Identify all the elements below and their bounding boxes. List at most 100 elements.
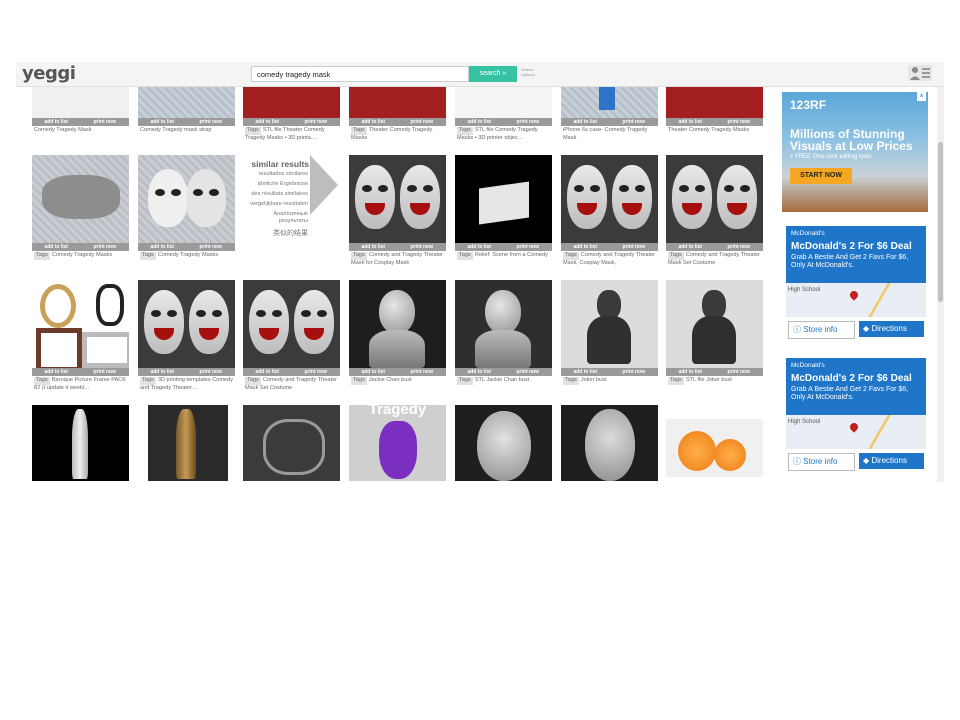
user-account-icon[interactable]	[908, 65, 932, 81]
print-now-button[interactable]: print now	[187, 368, 236, 376]
add-to-list-button[interactable]: add to list	[32, 118, 81, 126]
result-thumbnail[interactable]	[32, 280, 129, 368]
print-now-button[interactable]: print now	[715, 243, 764, 251]
result-thumbnail[interactable]	[243, 280, 340, 368]
store-info-button[interactable]: ⓘ Store info	[788, 321, 855, 339]
add-to-list-button[interactable]: add to list	[349, 368, 398, 376]
result-item[interactable]: add to list print now Tags Comedy and Trag…	[349, 155, 446, 268]
result-thumbnail[interactable]	[138, 405, 235, 481]
result-item[interactable]: add to list print now Tags Comedy Tragedy …	[138, 155, 235, 260]
result-thumbnail[interactable]	[455, 155, 552, 243]
result-item[interactable]: add to list print now Tags STL Jackie Chan…	[455, 280, 552, 385]
result-title[interactable]: Joker bust	[581, 377, 607, 383]
result-item[interactable]: add to list print now Tags Comedy and Trag…	[666, 155, 763, 268]
result-item[interactable]	[455, 405, 552, 481]
print-now-button[interactable]: print now	[187, 118, 236, 126]
result-thumbnail[interactable]	[243, 405, 340, 481]
add-to-list-button[interactable]: add to list	[666, 118, 715, 126]
add-to-list-button[interactable]: add to list	[666, 243, 715, 251]
similar-results-panel[interactable]: similar results resultados similares ähn…	[243, 155, 340, 251]
result-title[interactable]: Comedy Tragedy Masks	[52, 252, 112, 258]
mcd-map[interactable]: High School	[786, 283, 926, 317]
result-thumbnail[interactable]	[32, 405, 129, 481]
print-now-button[interactable]: print now	[504, 118, 553, 126]
result-title[interactable]: Comedy Tragedy Masks	[158, 252, 218, 258]
yeggi-logo[interactable]: yeggi	[22, 63, 76, 84]
result-item[interactable]	[666, 419, 763, 477]
print-now-button[interactable]: print now	[398, 243, 447, 251]
result-item[interactable]: add to list print now Tags Comedy Tragedy …	[32, 155, 129, 260]
result-title[interactable]: Comedy Tragedy mask strap	[138, 126, 235, 135]
result-item[interactable]: add to list print now Tags Comedy and Trag…	[561, 155, 658, 268]
result-item[interactable]: add to list print now Tags Joker bust	[561, 280, 658, 385]
directions-button[interactable]: ◆ Directions	[859, 453, 924, 469]
result-thumbnail[interactable]	[666, 419, 763, 477]
ad-mcdonalds[interactable]: McDonald's McDonald's 2 For $6 Deal Grab…	[786, 358, 926, 480]
result-thumbnail[interactable]	[561, 155, 658, 243]
print-now-button[interactable]: print now	[398, 118, 447, 126]
result-thumbnail[interactable]	[561, 405, 658, 481]
start-now-button[interactable]: START NOW	[790, 168, 852, 184]
store-info-button[interactable]: ⓘ Store info	[788, 453, 855, 471]
result-item[interactable]: Tragedy	[349, 405, 446, 481]
ad-mcdonalds[interactable]: McDonald's McDonald's 2 For $6 Deal Grab…	[786, 226, 926, 348]
add-to-list-button[interactable]: add to list	[455, 243, 504, 251]
ad-123rf[interactable]: 123RF Millions of Stunning Visuals at Lo…	[782, 92, 928, 212]
result-thumbnail[interactable]	[138, 280, 235, 368]
print-now-button[interactable]: print now	[187, 243, 236, 251]
result-thumbnail[interactable]	[455, 280, 552, 368]
print-now-button[interactable]: print now	[81, 118, 130, 126]
page-scrollbar[interactable]	[937, 86, 944, 482]
result-item[interactable]: add to list print now Tags STL file Joker …	[666, 280, 763, 385]
scrollbar-thumb[interactable]	[938, 142, 943, 302]
print-now-button[interactable]: print now	[715, 368, 764, 376]
print-now-button[interactable]: print now	[292, 368, 341, 376]
result-thumbnail[interactable]	[349, 155, 446, 243]
result-title[interactable]: Comedy Tragedy Mask	[32, 126, 129, 135]
print-now-button[interactable]: print now	[81, 368, 130, 376]
print-now-button[interactable]: print now	[292, 118, 341, 126]
similar-results-title[interactable]: similar results	[243, 159, 309, 169]
result-thumbnail[interactable]	[455, 405, 552, 481]
add-to-list-button[interactable]: add to list	[243, 368, 292, 376]
print-now-button[interactable]: print now	[504, 243, 553, 251]
search-input[interactable]: comedy tragedy mask	[251, 66, 469, 82]
result-title[interactable]: STL file Joker bust	[686, 377, 732, 383]
result-item[interactable]: add to list print now Tags 3D printing tem…	[138, 280, 235, 393]
add-to-list-button[interactable]: add to list	[138, 243, 187, 251]
result-title[interactable]: Jackie Chan bust	[369, 377, 412, 383]
print-now-button[interactable]: print now	[610, 243, 659, 251]
result-item[interactable]: add to list print now Tags Jackie Chan bus…	[349, 280, 446, 385]
result-thumbnail[interactable]	[349, 280, 446, 368]
result-title[interactable]: Theater Comedy Tragedy Masks	[666, 126, 763, 135]
result-item[interactable]: add to list print now Tags Comedy and Trag…	[243, 280, 340, 393]
add-to-list-button[interactable]: add to list	[561, 368, 610, 376]
result-title[interactable]: iPhone 6s case- Comedy Tragedy Mask	[561, 126, 658, 143]
search-options-link[interactable]: Search Options	[521, 67, 545, 77]
add-to-list-button[interactable]: add to list	[349, 243, 398, 251]
result-thumbnail[interactable]	[138, 155, 235, 243]
result-item[interactable]	[138, 405, 235, 481]
print-now-button[interactable]: print now	[610, 368, 659, 376]
add-to-list-button[interactable]: add to list	[561, 118, 610, 126]
result-item[interactable]	[243, 405, 340, 481]
add-to-list-button[interactable]: add to list	[32, 368, 81, 376]
result-thumbnail[interactable]	[666, 280, 763, 368]
add-to-list-button[interactable]: add to list	[666, 368, 715, 376]
result-item[interactable]: add to list print now Tags Baroque Picture…	[32, 280, 129, 393]
print-now-button[interactable]: print now	[610, 118, 659, 126]
add-to-list-button[interactable]: add to list	[455, 368, 504, 376]
print-now-button[interactable]: print now	[81, 243, 130, 251]
add-to-list-button[interactable]: add to list	[243, 118, 292, 126]
print-now-button[interactable]: print now	[504, 368, 553, 376]
result-thumbnail[interactable]	[666, 155, 763, 243]
result-item[interactable]	[32, 405, 129, 481]
result-title[interactable]: Relief: Scene from a Comedy	[475, 252, 548, 258]
add-to-list-button[interactable]: add to list	[455, 118, 504, 126]
print-now-button[interactable]: print now	[715, 118, 764, 126]
ad-close-icon[interactable]: ×	[917, 92, 926, 101]
add-to-list-button[interactable]: add to list	[138, 118, 187, 126]
result-thumbnail[interactable]	[561, 280, 658, 368]
result-item[interactable]: add to list print now Tags Relief: Scene f…	[455, 155, 552, 260]
result-item[interactable]	[561, 405, 658, 481]
